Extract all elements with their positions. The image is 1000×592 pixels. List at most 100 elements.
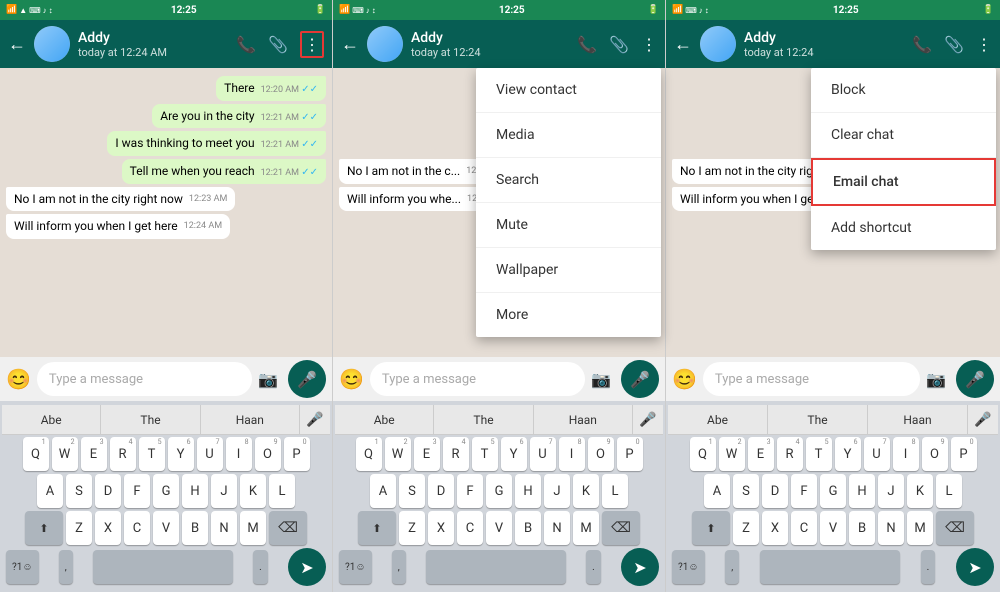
key-period-3[interactable]: . (921, 550, 936, 584)
key-q-2[interactable]: 1Q (356, 437, 382, 471)
camera-button-3[interactable]: 📷 (926, 370, 946, 389)
attach-icon-2[interactable]: 📎 (609, 35, 629, 54)
key-n-1[interactable]: N (211, 511, 237, 545)
more-options-button-3[interactable]: ⋮ (976, 35, 992, 54)
message-input-3[interactable]: Type a message (703, 362, 920, 396)
emoji-button-3[interactable]: 😊 (672, 367, 697, 391)
camera-button-2[interactable]: 📷 (591, 370, 611, 389)
key-e-1[interactable]: 3E (81, 437, 107, 471)
mic-button-1[interactable]: 🎤 (288, 360, 326, 398)
phone-icon-1[interactable]: 📞 (236, 35, 256, 54)
key-d-2[interactable]: D (428, 474, 454, 508)
key-b-3[interactable]: B (849, 511, 875, 545)
key-w-1[interactable]: 2W (52, 437, 78, 471)
suggestion-haan-1[interactable]: Haan (201, 405, 300, 434)
key-b-1[interactable]: B (182, 511, 208, 545)
dropdown-media[interactable]: Media (476, 113, 661, 158)
dropdown-email-chat[interactable]: Email chat (811, 158, 996, 206)
avatar-3[interactable] (700, 26, 736, 62)
key-delete-2[interactable]: ⌫ (602, 511, 640, 545)
key-g-3[interactable]: G (820, 474, 846, 508)
back-button-3[interactable]: ← (674, 34, 692, 55)
camera-button-1[interactable]: 📷 (258, 370, 278, 389)
attach-icon-1[interactable]: 📎 (268, 35, 288, 54)
key-t-3[interactable]: 5T (806, 437, 832, 471)
suggestion-haan-2[interactable]: Haan (534, 405, 633, 434)
key-k-2[interactable]: K (573, 474, 599, 508)
suggestion-abe-3[interactable]: Abe (668, 405, 768, 434)
key-g-2[interactable]: G (486, 474, 512, 508)
key-a-2[interactable]: A (370, 474, 396, 508)
key-o-1[interactable]: 9O (255, 437, 281, 471)
key-j-3[interactable]: J (878, 474, 904, 508)
key-space-3[interactable] (760, 550, 900, 584)
key-n-3[interactable]: N (878, 511, 904, 545)
key-i-2[interactable]: 8I (559, 437, 585, 471)
key-k-1[interactable]: K (240, 474, 266, 508)
key-y-3[interactable]: 6Y (835, 437, 861, 471)
key-shift-3[interactable]: ⬆ (692, 511, 730, 545)
key-b-2[interactable]: B (515, 511, 541, 545)
key-h-3[interactable]: H (849, 474, 875, 508)
key-u-1[interactable]: 7U (197, 437, 223, 471)
key-shift-1[interactable]: ⬆ (25, 511, 63, 545)
key-v-1[interactable]: V (153, 511, 179, 545)
key-comma-2[interactable]: , (392, 550, 406, 584)
key-period-2[interactable]: . (586, 550, 601, 584)
key-e-3[interactable]: 3E (748, 437, 774, 471)
key-comma-1[interactable]: , (59, 550, 73, 584)
emoji-button-2[interactable]: 😊 (339, 367, 364, 391)
key-period-1[interactable]: . (253, 550, 268, 584)
mic-button-2[interactable]: 🎤 (621, 360, 659, 398)
more-options-button-2[interactable]: ⋮ (641, 35, 657, 54)
phone-icon-3[interactable]: 📞 (912, 35, 932, 54)
key-symbols-1[interactable]: ?1☺ (6, 550, 39, 584)
key-m-2[interactable]: M (573, 511, 599, 545)
key-space-1[interactable] (93, 550, 233, 584)
key-r-2[interactable]: 4R (443, 437, 469, 471)
suggestion-abe-2[interactable]: Abe (335, 405, 434, 434)
avatar-1[interactable] (34, 26, 70, 62)
emoji-button-1[interactable]: 😊 (6, 367, 31, 391)
keyboard-mic-icon-1[interactable]: 🎤 (300, 412, 330, 428)
dropdown-add-shortcut[interactable]: Add shortcut (811, 206, 996, 250)
key-h-1[interactable]: H (182, 474, 208, 508)
key-t-1[interactable]: 5T (139, 437, 165, 471)
key-u-3[interactable]: 7U (864, 437, 890, 471)
key-v-3[interactable]: V (820, 511, 846, 545)
back-button-1[interactable]: ← (8, 34, 26, 55)
key-symbols-2[interactable]: ?1☺ (339, 550, 372, 584)
key-e-2[interactable]: 3E (414, 437, 440, 471)
message-input-2[interactable]: Type a message (370, 362, 585, 396)
keyboard-mic-icon-2[interactable]: 🎤 (633, 412, 663, 428)
key-d-3[interactable]: D (762, 474, 788, 508)
key-z-1[interactable]: Z (66, 511, 92, 545)
mic-button-3[interactable]: 🎤 (956, 360, 994, 398)
suggestion-the-2[interactable]: The (434, 405, 533, 434)
key-p-1[interactable]: 0P (284, 437, 310, 471)
key-send-3[interactable]: ➤ (956, 548, 994, 586)
key-t-2[interactable]: 5T (472, 437, 498, 471)
key-w-3[interactable]: 2W (719, 437, 745, 471)
key-space-2[interactable] (426, 550, 566, 584)
key-shift-2[interactable]: ⬆ (358, 511, 396, 545)
key-j-2[interactable]: J (544, 474, 570, 508)
key-j-1[interactable]: J (211, 474, 237, 508)
key-o-3[interactable]: 9O (922, 437, 948, 471)
suggestion-the-3[interactable]: The (768, 405, 868, 434)
key-k-3[interactable]: K (907, 474, 933, 508)
key-h-2[interactable]: H (515, 474, 541, 508)
key-d-1[interactable]: D (95, 474, 121, 508)
key-l-3[interactable]: L (936, 474, 962, 508)
key-y-1[interactable]: 6Y (168, 437, 194, 471)
phone-icon-2[interactable]: 📞 (577, 35, 597, 54)
message-input-1[interactable]: Type a message (37, 362, 252, 396)
keyboard-mic-icon-3[interactable]: 🎤 (968, 412, 998, 428)
key-f-3[interactable]: F (791, 474, 817, 508)
dropdown-view-contact[interactable]: View contact (476, 68, 661, 113)
dropdown-clear-chat[interactable]: Clear chat (811, 113, 996, 158)
key-s-1[interactable]: S (66, 474, 92, 508)
key-w-2[interactable]: 2W (385, 437, 411, 471)
suggestion-the-1[interactable]: The (101, 405, 200, 434)
avatar-2[interactable] (367, 26, 403, 62)
